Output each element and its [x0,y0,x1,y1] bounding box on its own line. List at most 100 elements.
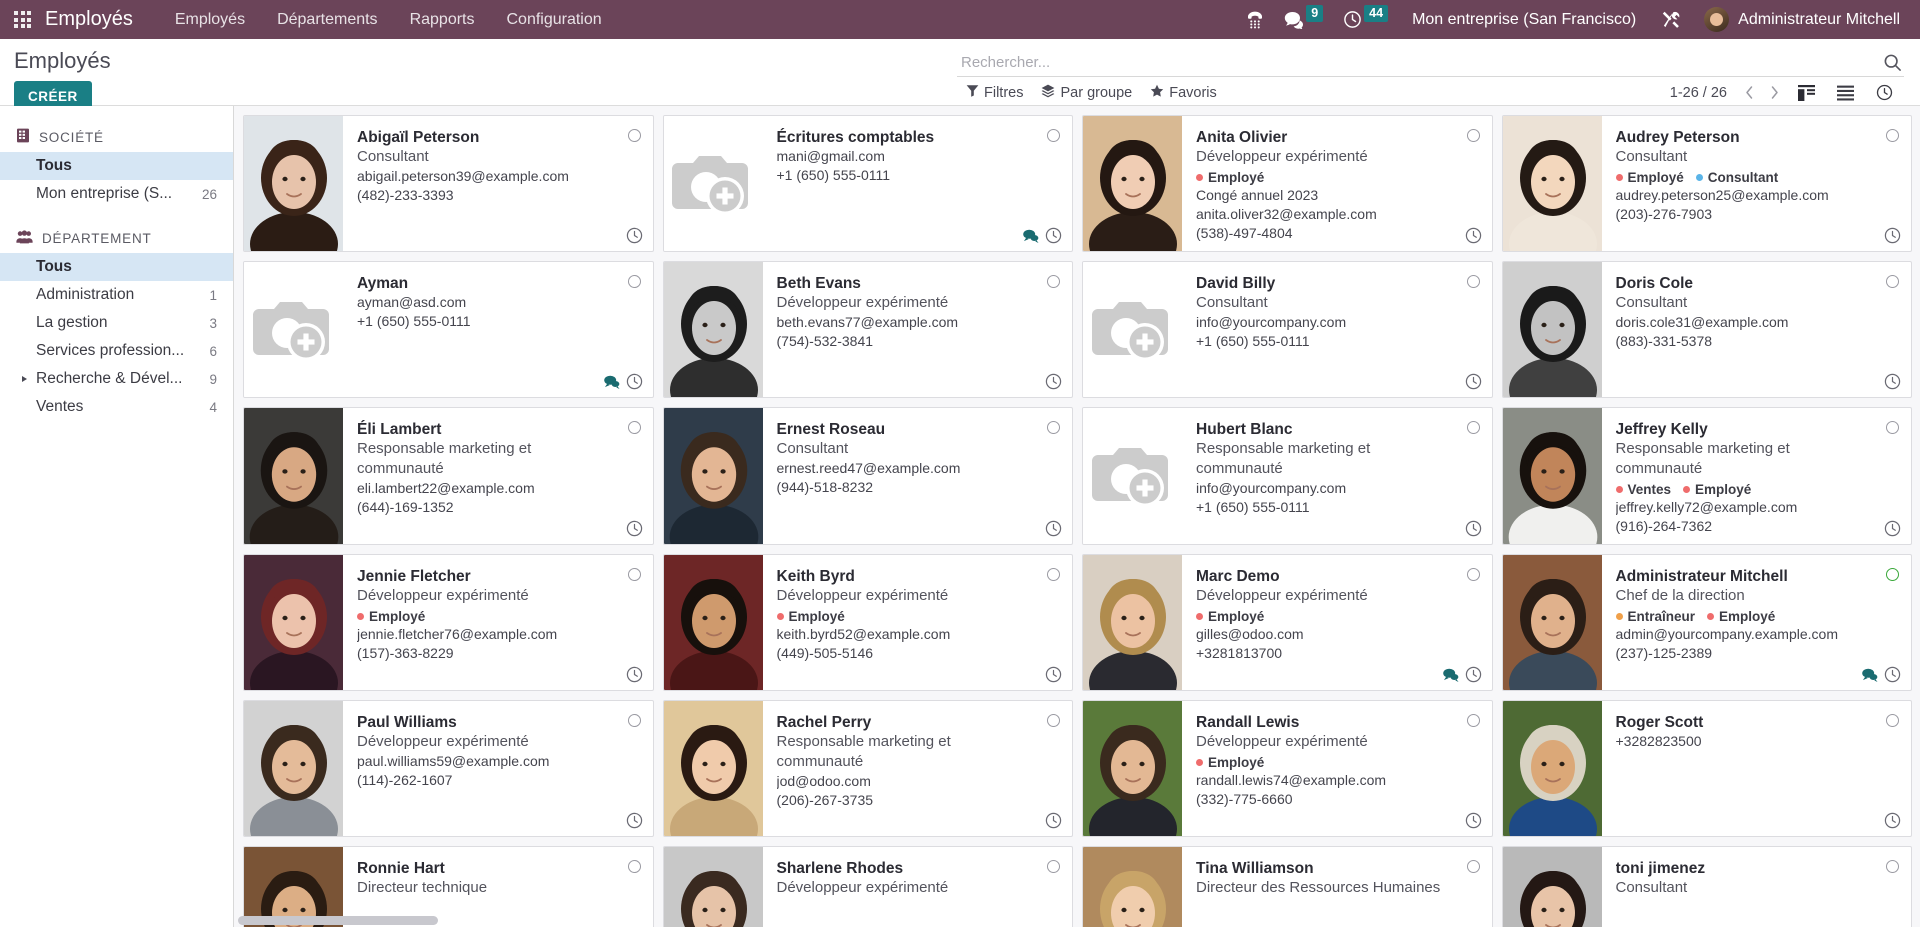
clock-icon[interactable] [1045,373,1062,390]
employee-status-indicator[interactable] [1047,421,1060,434]
employee-card[interactable]: Jeffrey KellyResponsable marketing et co… [1502,407,1913,545]
employee-status-indicator[interactable] [1886,860,1899,873]
chat-bubble-icon[interactable] [1022,229,1039,243]
employee-card[interactable]: Hubert BlancResponsable marketing et com… [1082,407,1493,545]
groupby-button[interactable]: Par groupe [1032,81,1141,105]
employee-tag[interactable]: Employé [1616,170,1684,185]
employee-status-indicator[interactable] [1886,275,1899,288]
employee-card[interactable]: Ronnie HartDirecteur technique [243,846,654,927]
favorites-button[interactable]: Favoris [1141,81,1226,105]
company-switcher[interactable]: Mon entreprise (San Francisco) [1398,7,1650,33]
sidebar-item-recherche-d-vel[interactable]: Recherche & Dével...9 [0,365,233,393]
sidebar-item-tous[interactable]: Tous [0,152,233,180]
sidebar-item-administration[interactable]: Administration1 [0,281,233,309]
clock-icon[interactable] [626,227,643,244]
user-menu[interactable]: Administrateur Mitchell [1692,3,1906,36]
clock-icon[interactable] [626,812,643,829]
menu-item-configuration[interactable]: Configuration [490,2,617,38]
employee-status-indicator[interactable] [628,860,641,873]
chevron-left-icon[interactable] [1737,83,1762,102]
employee-status-indicator[interactable] [1047,129,1060,142]
phone-keypad-icon[interactable] [1236,6,1274,34]
employee-card[interactable]: Tina WilliamsonDirecteur des Ressources … [1082,846,1493,927]
employee-status-indicator[interactable] [628,275,641,288]
employee-status-indicator[interactable] [1467,421,1480,434]
employee-card[interactable]: Rachel PerryResponsable marketing et com… [663,700,1074,837]
employee-card[interactable]: Abigaïl PetersonConsultantabigail.peters… [243,115,654,252]
employee-card[interactable]: Roger Scott+3282823500 [1502,700,1913,837]
clock-icon[interactable] [1884,373,1901,390]
clock-icon[interactable] [1465,227,1482,244]
employee-tag[interactable]: Employé [1683,482,1751,497]
employee-status-indicator[interactable] [1047,714,1060,727]
employee-card[interactable]: David BillyConsultantinfo@yourcompany.co… [1082,261,1493,398]
clock-icon[interactable] [1884,520,1901,537]
clock-icon[interactable] [1045,227,1062,244]
chat-bubble-icon[interactable] [1861,668,1878,682]
employee-status-indicator[interactable] [1047,568,1060,581]
employee-tag[interactable]: Consultant [1696,170,1779,185]
tools-icon[interactable] [1650,5,1692,35]
chat-bubble-icon[interactable] [1442,668,1459,682]
employee-status-indicator[interactable] [628,421,641,434]
horizontal-scrollbar[interactable] [238,916,438,925]
employee-card[interactable]: Randall LewisDéveloppeur expérimentéEmpl… [1082,700,1493,837]
apps-grid-icon[interactable] [14,11,31,28]
menu-item-departements[interactable]: Départements [261,2,394,38]
clock-icon[interactable] [1465,373,1482,390]
clock-icon[interactable] [1045,812,1062,829]
employee-card[interactable]: Aymanayman@asd.com+1 (650) 555-0111 [243,261,654,398]
employee-card[interactable]: Keith ByrdDéveloppeur expérimentéEmployé… [663,554,1074,691]
menu-item-rapports[interactable]: Rapports [394,2,491,38]
employee-status-indicator[interactable] [1886,421,1899,434]
employee-status-indicator[interactable] [1467,275,1480,288]
clock-icon[interactable] [1045,666,1062,683]
employee-status-indicator[interactable] [1467,568,1480,581]
employee-tag[interactable]: Entraîneur [1616,609,1696,624]
app-title[interactable]: Employés [45,8,133,31]
employee-card[interactable]: Doris ColeConsultantdoris.cole31@example… [1502,261,1913,398]
sidebar-item-mon-entreprise-s[interactable]: Mon entreprise (S...26 [0,180,233,208]
employee-tag[interactable]: Employé [1196,170,1264,185]
kanban-view-icon[interactable] [1787,82,1826,104]
employee-status-indicator[interactable] [1467,129,1480,142]
employee-card[interactable]: Écritures comptablesmani@gmail.com+1 (65… [663,115,1074,252]
clock-icon[interactable] [1045,520,1062,537]
expand-caret-icon[interactable] [22,376,27,382]
clock-icon[interactable] [1465,812,1482,829]
search-icon[interactable] [1875,53,1904,72]
clock-icon[interactable] [626,666,643,683]
employee-tag[interactable]: Employé [1196,755,1264,770]
activities-counter[interactable]: 44 [1333,6,1398,33]
employee-status-indicator[interactable] [1886,129,1899,142]
clock-icon[interactable] [1884,812,1901,829]
employee-card[interactable]: Éli LambertResponsable marketing et comm… [243,407,654,545]
clock-icon[interactable] [626,373,643,390]
messages-counter[interactable]: 9 [1274,7,1333,33]
clock-icon[interactable] [626,520,643,537]
search-input[interactable] [957,54,1875,71]
employee-tag[interactable]: Employé [777,609,845,624]
employee-card[interactable]: Audrey PetersonConsultantEmployéConsulta… [1502,115,1913,252]
employee-card[interactable]: Jennie FletcherDéveloppeur expérimentéEm… [243,554,654,691]
employee-status-indicator[interactable] [1467,714,1480,727]
clock-icon[interactable] [1884,666,1901,683]
sidebar-item-la-gestion[interactable]: La gestion3 [0,309,233,337]
employee-card[interactable]: Anita OlivierDéveloppeur expérimentéEmpl… [1082,115,1493,252]
employee-tag[interactable]: Ventes [1616,482,1672,497]
employee-tag[interactable]: Employé [357,609,425,624]
employee-status-indicator[interactable] [1467,860,1480,873]
employee-status-indicator[interactable] [1886,568,1899,581]
employee-status-indicator[interactable] [1886,714,1899,727]
employee-card[interactable]: Marc DemoDéveloppeur expérimentéEmployég… [1082,554,1493,691]
employee-status-indicator[interactable] [628,129,641,142]
employee-card[interactable]: Paul WilliamsDéveloppeur expérimentépaul… [243,700,654,837]
list-view-icon[interactable] [1826,82,1865,104]
employee-status-indicator[interactable] [628,568,641,581]
employee-tag[interactable]: Employé [1707,609,1775,624]
activity-view-icon[interactable] [1865,81,1904,104]
employee-card[interactable]: Administrateur MitchellChef de la direct… [1502,554,1913,691]
sidebar-item-tous[interactable]: Tous [0,253,233,281]
employee-status-indicator[interactable] [1047,860,1060,873]
employee-card[interactable]: Beth EvansDéveloppeur expérimentébeth.ev… [663,261,1074,398]
